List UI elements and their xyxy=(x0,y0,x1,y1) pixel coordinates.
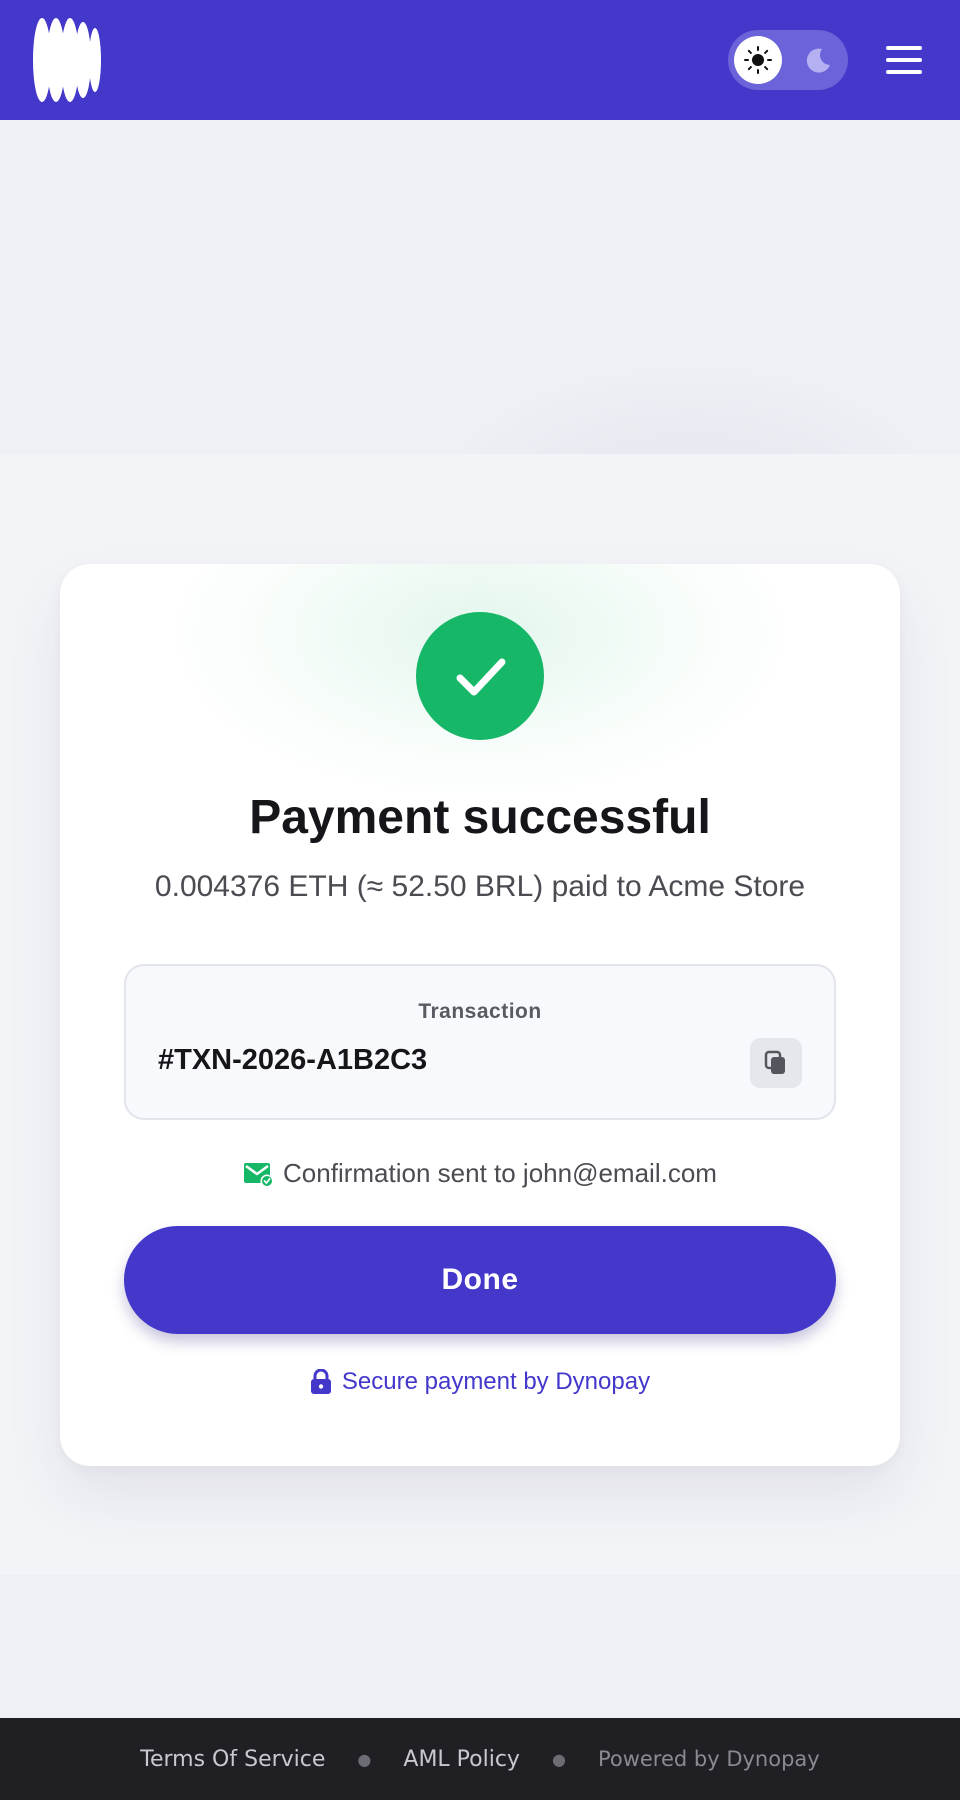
top-header xyxy=(0,0,960,120)
copy-button[interactable] xyxy=(750,1038,802,1088)
confirmation-row: Confirmation sent to john@email.com xyxy=(60,1158,900,1189)
success-badge xyxy=(416,612,544,740)
done-button[interactable]: Done xyxy=(124,1226,836,1334)
aml-policy-link[interactable]: AML Policy xyxy=(403,1747,520,1772)
hamburger-menu-icon[interactable] xyxy=(886,40,926,80)
transaction-id[interactable]: #TXN-2026-A1B2C3 xyxy=(158,1044,427,1077)
moon-icon[interactable] xyxy=(802,44,834,76)
footer-separator: ● xyxy=(551,1749,566,1769)
mail-check-icon xyxy=(244,1162,274,1187)
terms-of-service-link[interactable]: Terms Of Service xyxy=(140,1747,325,1772)
theme-toggle[interactable] xyxy=(728,30,848,90)
transaction-box: Transaction #TXN-2026-A1B2C3 xyxy=(124,964,836,1120)
page-title: Payment successful xyxy=(249,791,711,844)
lower-background-band xyxy=(0,1575,960,1718)
payment-success-card: Payment successful 0.004376 ETH (≈ 52.50… xyxy=(60,564,900,1466)
header-controls xyxy=(728,30,926,90)
transaction-label: Transaction xyxy=(418,1000,542,1023)
payment-summary: 0.004376 ETH (≈ 52.50 BRL) paid to Acme … xyxy=(154,870,806,903)
secure-payment-text[interactable]: Secure payment by Dynopay xyxy=(342,1368,650,1396)
powered-by-text: Powered by Dynopay xyxy=(597,1747,820,1771)
confirmation-text: Confirmation sent to john@email.com xyxy=(283,1158,717,1188)
sun-icon[interactable] xyxy=(734,36,782,84)
secure-payment-row: Secure payment by Dynopay xyxy=(60,1368,900,1396)
top-background-band xyxy=(0,120,960,454)
footer: Terms Of Service ● AML Policy ● Powered … xyxy=(0,1718,960,1800)
lock-icon xyxy=(310,1369,331,1394)
brand-logo-icon[interactable] xyxy=(32,17,104,103)
footer-separator: ● xyxy=(357,1749,372,1769)
check-icon xyxy=(456,658,506,696)
copy-icon xyxy=(764,1050,785,1074)
